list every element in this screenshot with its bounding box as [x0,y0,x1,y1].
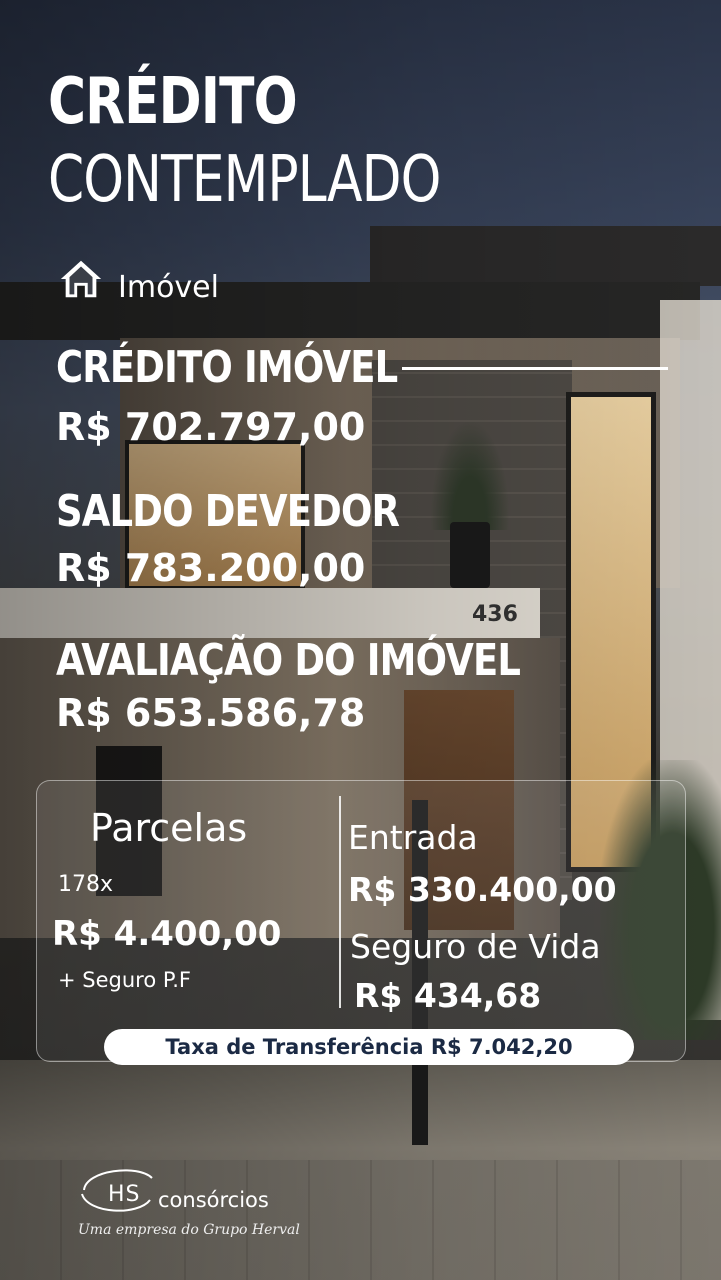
avaliacao-value: R$ 653.586,78 [56,691,366,735]
title-line-2: CONTEMPLADO [48,143,441,217]
parcelas-value: R$ 4.400,00 [52,914,282,954]
entrada-label: Entrada [348,818,478,857]
transfer-fee-text: Taxa de Transferência R$ 7.042,20 [165,1035,573,1059]
accent-line [402,367,668,370]
seguro-value: R$ 434,68 [354,976,542,1015]
category-label: Imóvel [118,269,219,305]
credito-label: CRÉDITO IMÓVEL [56,342,398,393]
logo-brand: consórcios [158,1188,269,1212]
parcelas-count: 178x [58,872,114,897]
parcelas-label: Parcelas [90,806,248,850]
logo-mark: HS [108,1182,141,1207]
credito-value: R$ 702.797,00 [56,405,366,449]
saldo-value: R$ 783.200,00 [56,546,366,590]
panel-divider [339,796,341,1008]
title-line-1: CRÉDITO [48,65,298,139]
entrada-value: R$ 330.400,00 [348,870,617,909]
home-icon [58,256,104,306]
category-row: Imóvel [58,256,219,306]
logo-tagline: Uma empresa do Grupo Herval [78,1222,300,1238]
seguro-label: Seguro de Vida [350,927,601,966]
parcelas-note: + Seguro P.F [58,968,192,992]
saldo-label: SALDO DEVEDOR [56,486,400,537]
transfer-fee-badge: Taxa de Transferência R$ 7.042,20 [104,1029,634,1065]
avaliacao-label: AVALIAÇÃO DO IMÓVEL [56,635,521,686]
